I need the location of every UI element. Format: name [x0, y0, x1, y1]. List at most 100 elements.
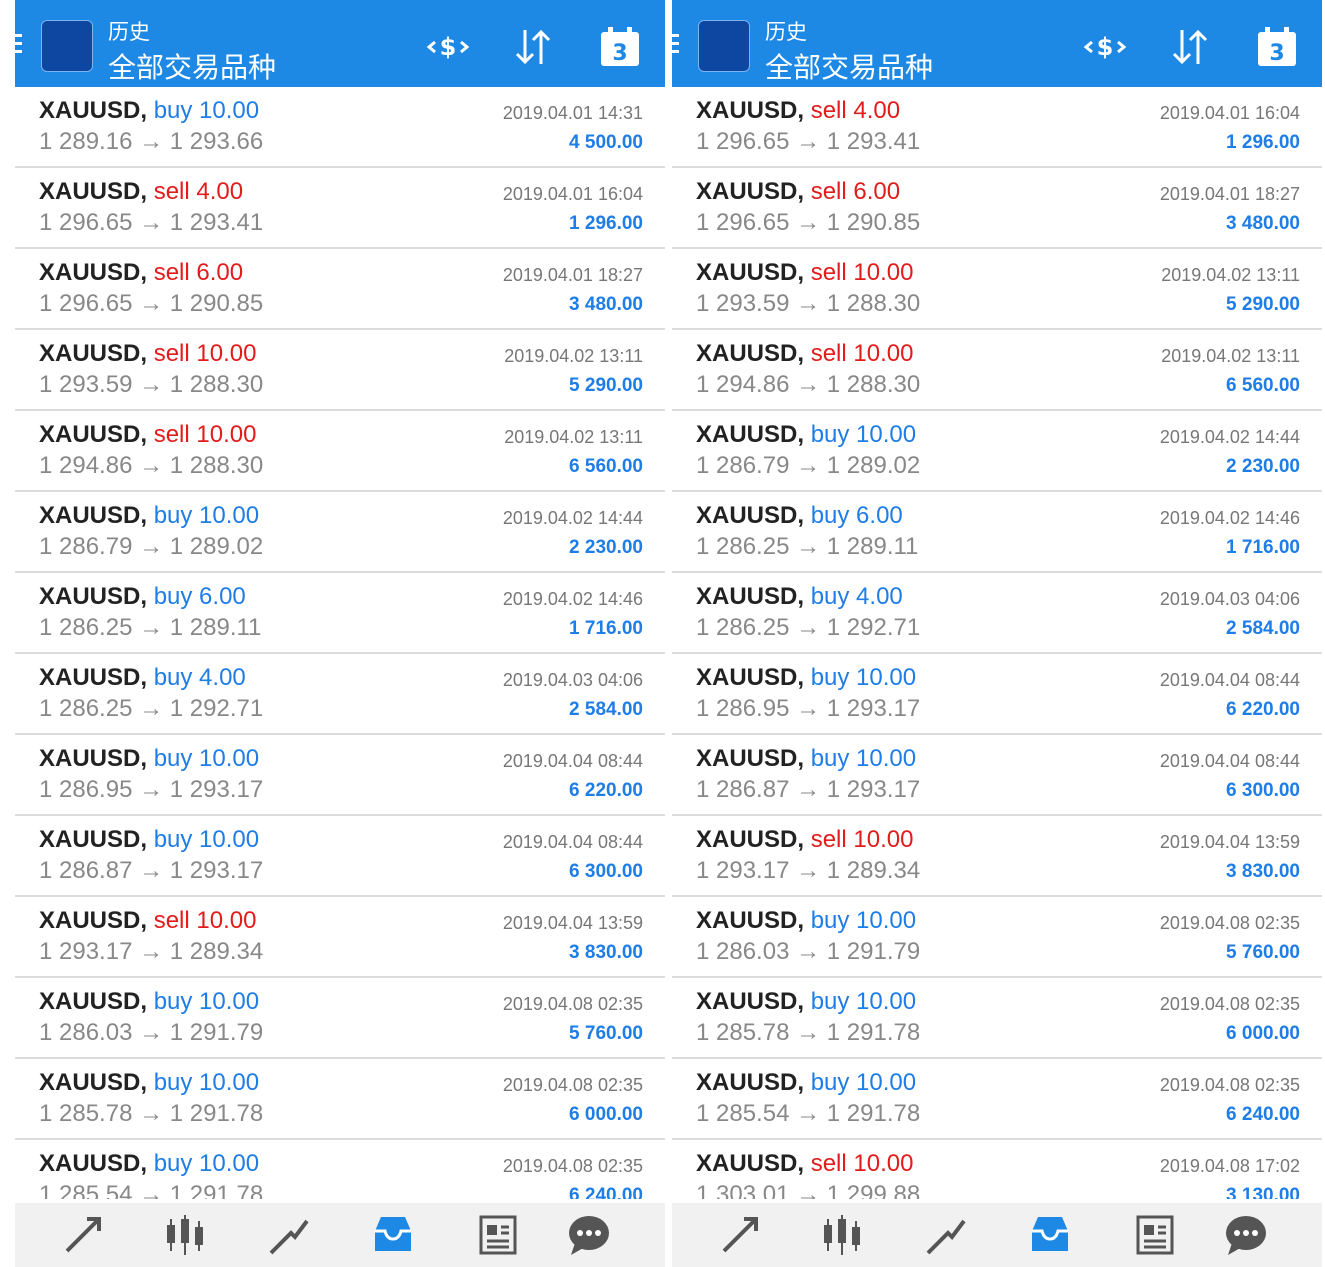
symbol-filter-title[interactable]: 全部交易品种 [765, 46, 933, 86]
trade-row[interactable]: XAUUSD, sell 10.00 1 293.17 → 1 289.34 201… [672, 816, 1322, 897]
trade-row[interactable]: XAUUSD, buy 10.00 1 286.95 → 1 293.17 2019… [672, 654, 1322, 735]
trade-row[interactable]: XAUUSD, buy 10.00 1 286.79 → 1 289.02 2019… [672, 411, 1322, 492]
symbol-label: XAUUSD, [696, 97, 805, 124]
trade-profit: 1 716.00 [569, 618, 643, 639]
trade-row[interactable]: XAUUSD, sell 10.00 1 293.17 → 1 289.34 201… [15, 897, 665, 978]
trade-row[interactable]: XAUUSD, buy 10.00 1 286.03 → 1 291.79 2019… [15, 978, 665, 1059]
trade-type-volume: buy 10.00 [810, 664, 917, 691]
trade-row[interactable]: XAUUSD, sell 10.00 1 293.59 → 1 288.30 201… [15, 330, 665, 411]
trade-prices: 1 286.95 → 1 293.17 [696, 695, 921, 722]
trade-row[interactable]: XAUUSD, buy 10.00 1 289.16 → 1 293.66 2019… [15, 87, 665, 168]
chart-icon[interactable] [818, 1211, 866, 1259]
svg-text:$: $ [440, 33, 457, 61]
trade-prices: 1 286.25 → 1 292.71 [696, 614, 921, 641]
trade-icon[interactable] [265, 1211, 313, 1259]
trade-profit: 5 290.00 [1226, 294, 1300, 315]
symbol-label: XAUUSD, [39, 421, 148, 448]
chat-icon[interactable] [1222, 1211, 1270, 1259]
metatrader-logo-icon [41, 20, 93, 72]
trade-row[interactable]: XAUUSD, sell 4.00 1 296.65 → 1 293.41 2019… [672, 87, 1322, 168]
trade-prices: 1 286.87 → 1 293.17 [39, 857, 264, 884]
trade-symbol: XAUUSD, buy 10.00 [39, 502, 259, 530]
trade-row[interactable]: XAUUSD, buy 10.00 1 285.54 → 1 291.78 2019… [15, 1140, 665, 1199]
trade-time: 2019.04.08 02:35 [502, 994, 643, 1014]
chat-icon[interactable] [565, 1211, 613, 1259]
quotes-icon[interactable] [716, 1211, 764, 1259]
trade-row[interactable]: XAUUSD, buy 10.00 1 286.87 → 1 293.17 2019… [15, 816, 665, 897]
trade-row[interactable]: XAUUSD, buy 10.00 1 285.78 → 1 291.78 2019… [15, 1059, 665, 1140]
trade-prices: 1 286.25 → 1 289.11 [39, 614, 262, 641]
symbol-label: XAUUSD, [39, 988, 148, 1015]
trade-row[interactable]: XAUUSD, buy 6.00 1 286.25 → 1 289.11 2019.… [672, 492, 1322, 573]
calendar-icon[interactable]: 3 [1254, 24, 1300, 70]
currency-exchange-icon[interactable]: $ [425, 24, 471, 70]
trade-type-volume: buy 4.00 [153, 664, 246, 691]
trade-time: 2019.04.02 14:46 [502, 589, 643, 609]
trade-time: 2019.04.01 16:04 [502, 184, 643, 204]
trade-history-list[interactable]: XAUUSD, buy 10.001 289.16 → 1 293.662019… [672, 87, 1322, 1199]
trade-row[interactable]: XAUUSD, buy 10.00 1 286.79 → 1 289.02 2019… [15, 492, 665, 573]
trade-row[interactable]: XAUUSD, buy 10.00 1 286.03 → 1 291.79 2019… [672, 897, 1322, 978]
trade-prices: 1 293.59 → 1 288.30 [696, 290, 921, 317]
trade-profit: 6 560.00 [1226, 375, 1300, 396]
trade-history-list[interactable]: XAUUSD, buy 10.001 289.16 → 1 293.662019… [15, 87, 665, 1199]
trade-row[interactable]: XAUUSD, buy 10.00 1 286.95 → 1 293.17 2019… [15, 735, 665, 816]
chart-icon[interactable] [161, 1211, 209, 1259]
trade-row[interactable]: XAUUSD, sell 4.00 1 296.65 → 1 293.41 2019… [15, 168, 665, 249]
trade-type-volume: buy 6.00 [810, 502, 903, 529]
trade-time: 2019.04.08 02:35 [502, 1156, 643, 1176]
trade-prices: 1 294.86 → 1 288.30 [696, 371, 921, 398]
trade-profit: 6 220.00 [1226, 699, 1300, 720]
trade-row[interactable]: XAUUSD, sell 6.00 1 296.65 → 1 290.85 2019… [672, 168, 1322, 249]
trade-symbol: XAUUSD, sell 4.00 [696, 97, 900, 125]
currency-exchange-icon[interactable]: $ [1082, 24, 1128, 70]
trade-type-volume: buy 10.00 [153, 1069, 260, 1096]
trade-profit: 5 760.00 [569, 1023, 643, 1044]
trade-type-volume: buy 10.00 [153, 988, 260, 1015]
trade-type-volume: sell 10.00 [153, 907, 257, 934]
trade-row[interactable]: XAUUSD, buy 10.00 1 285.54 → 1 291.78 2019… [672, 1059, 1322, 1140]
symbol-label: XAUUSD, [39, 97, 148, 124]
trade-profit: 6 220.00 [569, 780, 643, 801]
trade-type-volume: sell 4.00 [810, 97, 901, 124]
menu-icon[interactable] [15, 34, 22, 54]
trade-profit: 2 230.00 [1226, 456, 1300, 477]
trade-type-volume: buy 10.00 [153, 502, 260, 529]
trade-row[interactable]: XAUUSD, buy 6.00 1 286.25 → 1 289.11 2019.… [15, 573, 665, 654]
trade-row[interactable]: XAUUSD, sell 10.00 1 303.01 → 1 299.88 201… [672, 1140, 1322, 1199]
trade-prices: 1 286.03 → 1 291.79 [696, 938, 921, 965]
trade-row[interactable]: XAUUSD, sell 10.00 1 293.59 → 1 288.30 201… [672, 249, 1322, 330]
trade-type-volume: buy 10.00 [153, 745, 260, 772]
trade-icon[interactable] [922, 1211, 970, 1259]
menu-icon[interactable] [672, 34, 679, 54]
trade-row[interactable]: XAUUSD, sell 6.00 1 296.65 → 1 290.85 2019… [15, 249, 665, 330]
sort-icon[interactable] [510, 24, 556, 70]
trade-profit: 3 830.00 [569, 942, 643, 963]
calendar-icon[interactable]: 3 [597, 24, 643, 70]
trade-profit: 1 296.00 [1226, 132, 1300, 153]
symbol-filter-title[interactable]: 全部交易品种 [108, 46, 276, 86]
history-icon[interactable] [1026, 1211, 1074, 1259]
trade-row[interactable]: XAUUSD, buy 4.00 1 286.25 → 1 292.71 2019.… [672, 573, 1322, 654]
symbol-label: XAUUSD, [39, 1150, 148, 1177]
trade-prices: 1 286.95 → 1 293.17 [39, 776, 264, 803]
quotes-icon[interactable] [59, 1211, 107, 1259]
symbol-label: XAUUSD, [39, 178, 148, 205]
history-icon[interactable] [369, 1211, 417, 1259]
symbol-label: XAUUSD, [39, 259, 148, 286]
trade-row[interactable]: XAUUSD, sell 10.00 1 294.86 → 1 288.30 201… [15, 411, 665, 492]
trade-symbol: XAUUSD, buy 10.00 [39, 97, 259, 125]
trade-time: 2019.04.01 18:27 [502, 265, 643, 285]
news-icon[interactable] [1130, 1211, 1178, 1259]
trade-row[interactable]: XAUUSD, buy 10.00 1 285.78 → 1 291.78 2019… [672, 978, 1322, 1059]
history-screen-right: 历史 全部交易品种 $ 3 XAUUSD, buy 10.001 289.16 … [672, 0, 1322, 1267]
svg-text:$: $ [1097, 33, 1114, 61]
trade-type-volume: sell 10.00 [810, 259, 914, 286]
news-icon[interactable] [473, 1211, 521, 1259]
trade-symbol: XAUUSD, buy 10.00 [696, 664, 916, 692]
trade-row[interactable]: XAUUSD, buy 4.00 1 286.25 → 1 292.71 2019.… [15, 654, 665, 735]
sort-icon[interactable] [1167, 24, 1213, 70]
trade-row[interactable]: XAUUSD, buy 10.00 1 286.87 → 1 293.17 2019… [672, 735, 1322, 816]
trade-row[interactable]: XAUUSD, sell 10.00 1 294.86 → 1 288.30 201… [672, 330, 1322, 411]
symbol-label: XAUUSD, [696, 1150, 805, 1177]
